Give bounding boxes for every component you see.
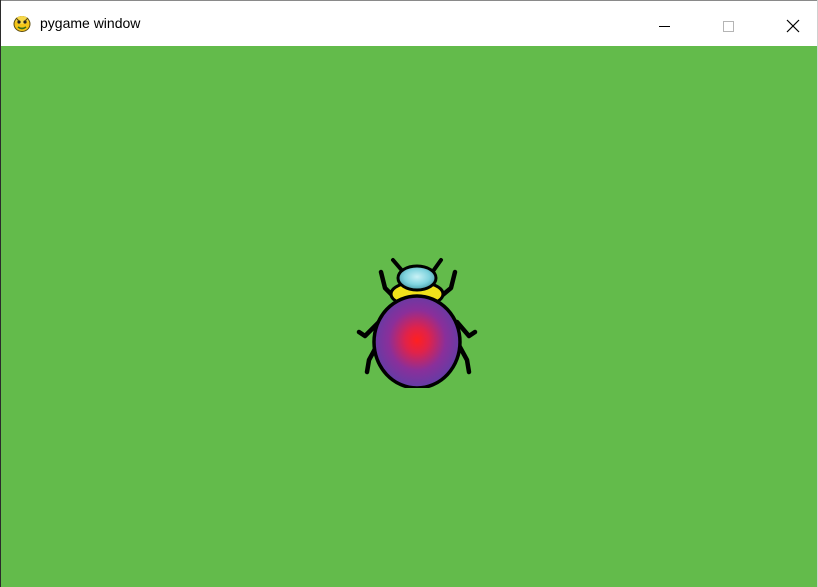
window-title: pygame window (40, 15, 141, 31)
minimize-button[interactable] (633, 1, 695, 46)
title-bar[interactable]: pygame window (1, 0, 817, 46)
beetle-head (396, 264, 438, 292)
pygame-snake-icon (12, 13, 32, 33)
maximize-button[interactable] (695, 1, 757, 46)
beetle-sprite (356, 258, 478, 388)
pygame-window: pygame window (0, 0, 818, 587)
close-button[interactable] (757, 1, 818, 46)
minimize-icon (659, 26, 670, 27)
maximize-icon (723, 21, 734, 32)
game-canvas[interactable] (1, 46, 817, 587)
beetle-body (372, 294, 462, 388)
close-icon (786, 19, 800, 33)
